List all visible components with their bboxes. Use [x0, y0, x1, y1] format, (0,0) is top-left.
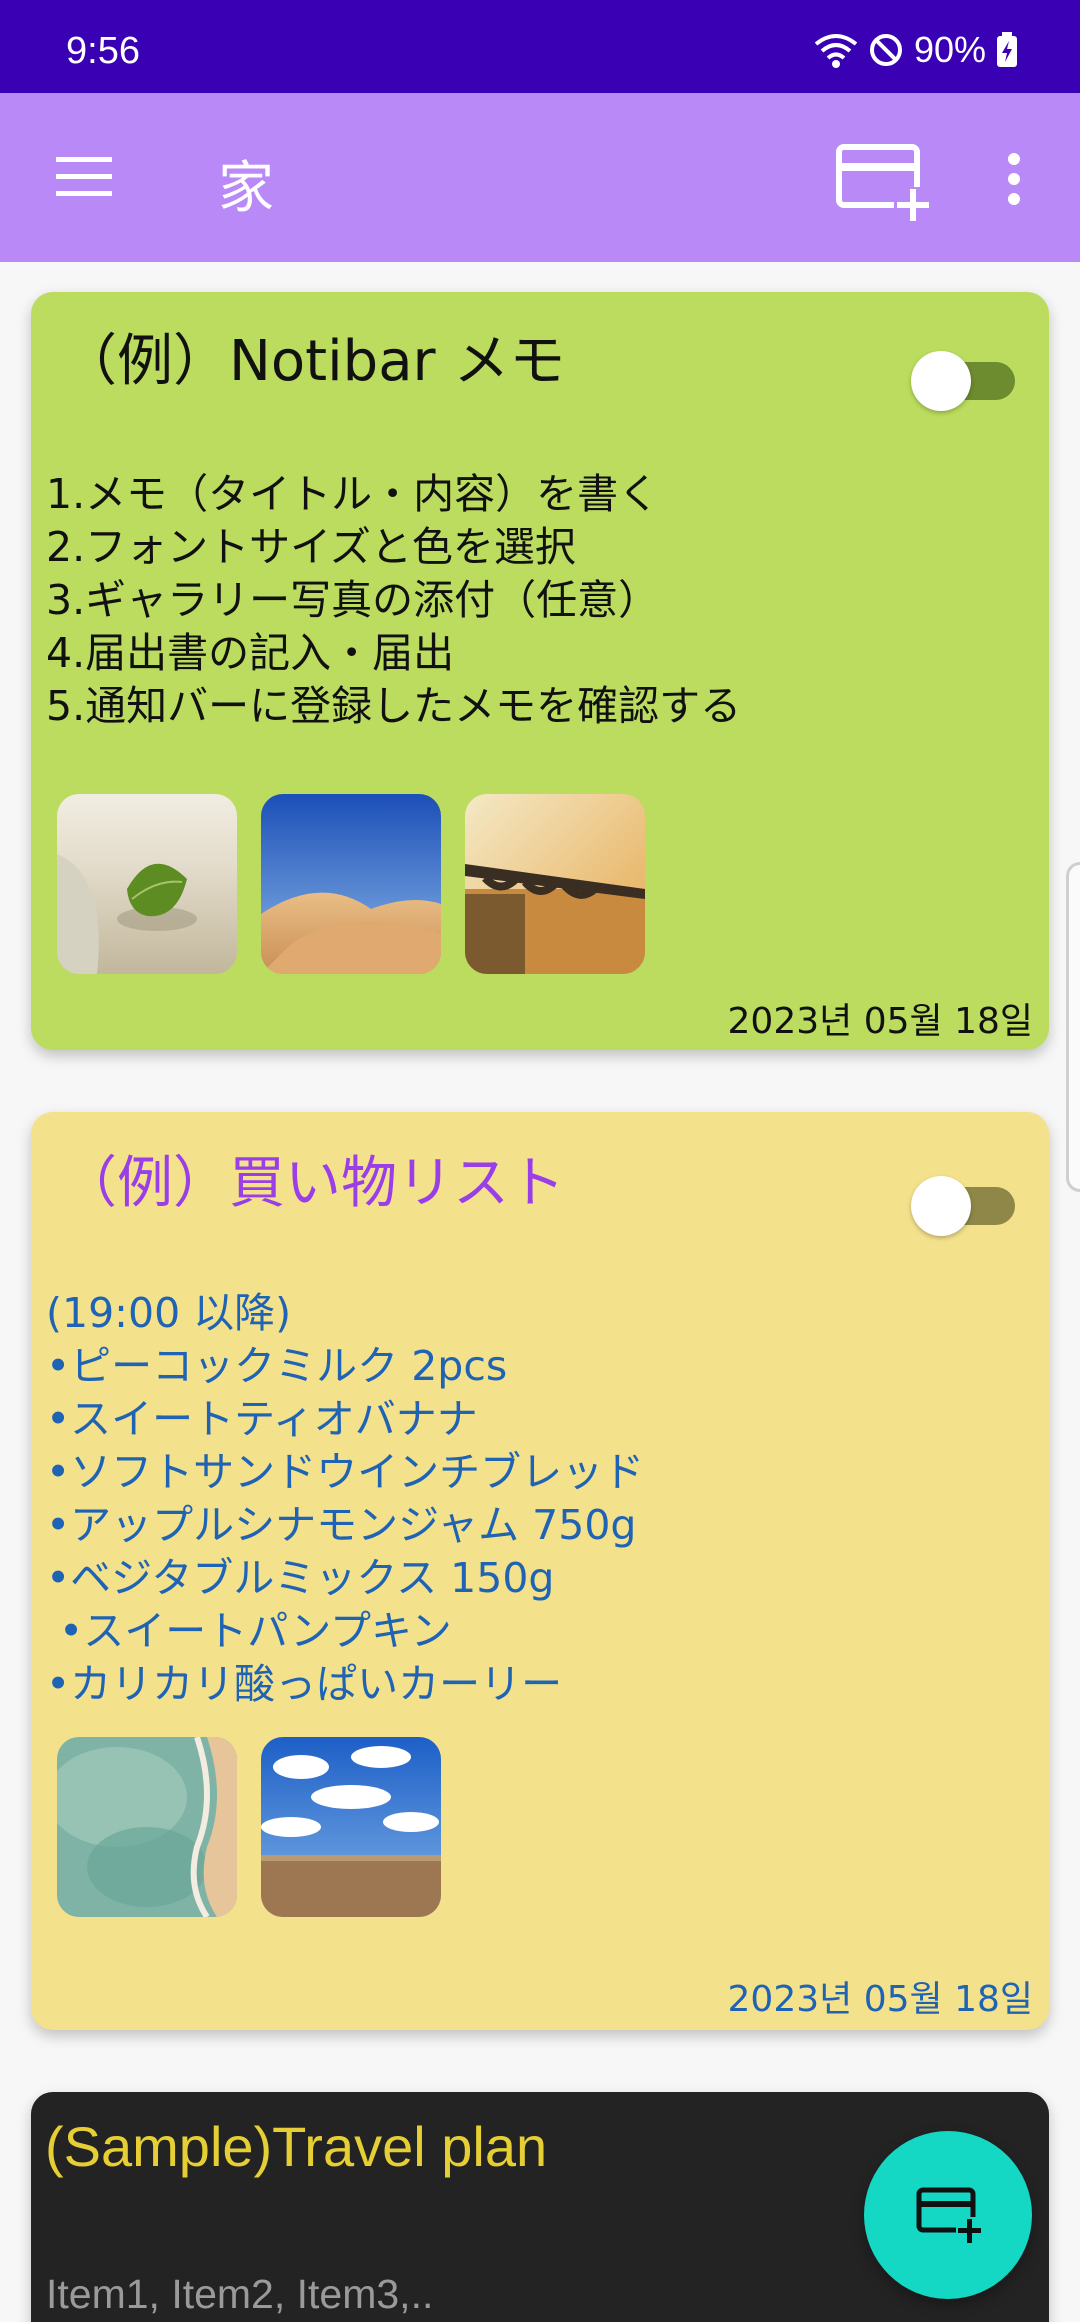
menu-icon[interactable] [54, 153, 114, 201]
add-card-icon [916, 2187, 984, 2245]
note-title: (Sample)Travel plan [45, 2115, 548, 2178]
note-body: (19:00 以降) •ピーコックミルク 2pcs •スイートティオバナナ •ソ… [46, 1287, 644, 1711]
wifi-icon [814, 32, 858, 68]
note-images [57, 1737, 441, 1917]
note-line: •ピーコックミルク 2pcs [46, 1342, 508, 1390]
note-images [57, 794, 645, 974]
note-title: （例）Notibar メモ [61, 329, 566, 394]
note-title: （例）買い物リスト [61, 1151, 565, 1216]
notification-toggle[interactable] [911, 348, 1019, 411]
note-card[interactable]: （例）買い物リスト (19:00 以降) •ピーコックミルク 2pcs •スイー… [31, 1112, 1049, 2030]
status-icons: 90% [814, 29, 1018, 70]
note-date: 2023년 05월 18일 [727, 1001, 1033, 1042]
do-not-disturb-icon [868, 32, 904, 68]
note-card[interactable]: （例）Notibar メモ 1.メモ（タイトル・内容）を書く 2.フォントサイズ… [31, 292, 1049, 1050]
note-line: 2.フォントサイズと色を選択 [46, 523, 576, 571]
add-note-fab[interactable] [864, 2131, 1032, 2299]
note-line: •ベジタブルミックス 150g [46, 1554, 555, 1602]
aerial-coast-thumbnail[interactable] [57, 1737, 237, 1917]
notification-toggle[interactable] [911, 1173, 1019, 1236]
note-line: •スイートパンプキン [46, 1607, 452, 1655]
note-line: •スイートティオバナナ [46, 1395, 478, 1443]
note-line: 4.届出書の記入・届出 [46, 629, 455, 677]
note-body: 1.メモ（タイトル・内容）を書く 2.フォントサイズと色を選択 3.ギャラリー写… [46, 468, 741, 733]
page-title: 家 [218, 156, 274, 221]
leaf-on-beach-thumbnail[interactable] [57, 794, 237, 974]
note-line: Item1, Item2, Item3,.. [46, 2271, 434, 2317]
battery-percent: 90% [913, 29, 986, 70]
note-date: 2023년 05월 18일 [727, 1979, 1033, 2020]
more-vert-icon[interactable] [1000, 149, 1028, 209]
note-line: 3.ギャラリー写真の添付（任意） [46, 576, 660, 624]
note-line: •ソフトサンドウインチブレッド [46, 1448, 645, 1496]
notes-list[interactable]: （例）Notibar メモ 1.メモ（タイトル・内容）を書く 2.フォントサイズ… [0, 262, 1080, 2322]
status-bar: 9:56 90% [0, 0, 1080, 93]
add-card-icon[interactable] [836, 143, 932, 223]
battery-charging-icon [996, 32, 1018, 68]
note-body: Item1, Item2, Item3,.. [46, 2268, 433, 2321]
note-line: •アップルシナモンジャム 750g [46, 1501, 637, 1549]
app-bar: 家 [0, 93, 1080, 262]
status-time: 9:56 [66, 30, 140, 72]
bridge-sunset-thumbnail[interactable] [465, 794, 645, 974]
note-line: (19:00 以降) [46, 1289, 292, 1337]
note-line: 1.メモ（タイトル・内容）を書く [46, 470, 660, 518]
note-line: 5.通知バーに登録したメモを確認する [46, 682, 742, 730]
sky-field-thumbnail[interactable] [261, 1737, 441, 1917]
scroll-handle[interactable] [1066, 862, 1080, 1192]
desert-dunes-thumbnail[interactable] [261, 794, 441, 974]
note-line: •カリカリ酸っぱいカーリー [46, 1660, 563, 1708]
